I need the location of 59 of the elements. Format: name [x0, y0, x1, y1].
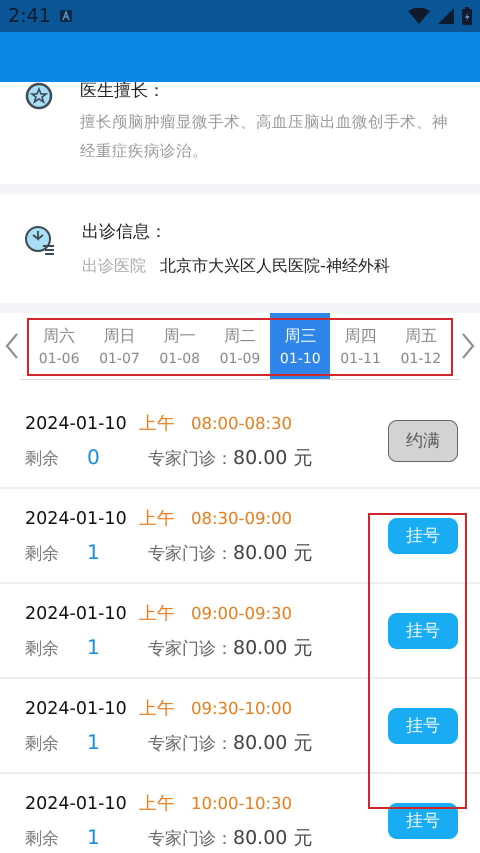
- fee-amount: 80.00 元: [233, 636, 312, 660]
- remaining-count: 1: [87, 730, 101, 754]
- fee-label: 专家门诊：: [148, 448, 233, 470]
- slot-period: 上午: [139, 792, 176, 814]
- slot-time: 09:00-09:30: [191, 604, 292, 622]
- status-time: 2:41: [8, 5, 51, 27]
- date-tab[interactable]: 周五 01-12: [390, 313, 451, 379]
- slot-period: 上午: [139, 412, 176, 434]
- full-button[interactable]: 约满: [388, 420, 458, 462]
- fee-label: 专家门诊：: [148, 542, 233, 564]
- slot-time: 08:30-09:00: [191, 508, 292, 528]
- register-button[interactable]: 挂号: [388, 802, 458, 838]
- slot-date: 2024-01-10: [25, 794, 128, 814]
- hospital-name: 北京市大兴区人民医院-神经外科: [160, 256, 390, 277]
- remaining-label: 剩余: [25, 732, 60, 754]
- fee-label: 专家门诊：: [148, 732, 233, 754]
- slot-time: 09:30-10:00: [191, 698, 292, 718]
- date-tab[interactable]: 周二 01-09: [210, 313, 270, 379]
- slot-time: 08:00-08:30: [191, 414, 292, 432]
- date-tab[interactable]: 周日 01-07: [89, 313, 150, 379]
- fee-amount: 80.00 元: [233, 730, 312, 756]
- register-button[interactable]: 挂号: [388, 518, 458, 554]
- date-tab[interactable]: 周三 01-10: [270, 313, 330, 379]
- fee-amount: 80.00 元: [233, 540, 312, 566]
- chevron-left-icon[interactable]: [5, 333, 19, 359]
- remaining-label: 剩余: [25, 828, 60, 850]
- remaining-count: 1: [87, 824, 101, 848]
- remaining-count: 1: [87, 634, 101, 658]
- battery-icon: [462, 7, 472, 25]
- register-button[interactable]: 挂号: [388, 612, 458, 648]
- wifi-icon: [408, 8, 430, 24]
- hospital-label: 出诊医院: [82, 256, 146, 277]
- slot-date: 2024-01-10: [25, 508, 128, 528]
- fee-label: 专家门诊：: [148, 638, 233, 660]
- fee-amount: 80.00 元: [233, 446, 312, 470]
- signal-icon: [438, 8, 454, 24]
- slot-date: 2024-01-10: [25, 604, 128, 624]
- date-tab[interactable]: 周四 01-11: [330, 313, 391, 379]
- slot-period: 上午: [139, 508, 176, 530]
- notification-icon: [58, 9, 73, 23]
- section-title: 出诊信息：: [82, 221, 168, 243]
- specialty-text: 擅长颅脑肿瘤显微手术、高血压脑出血微创手术、神经重症疾病诊治。: [80, 112, 449, 162]
- date-tab[interactable]: 周一 01-08: [150, 313, 210, 379]
- slot-date: 2024-01-10: [25, 698, 128, 718]
- date-tab[interactable]: 周六 01-06: [29, 313, 90, 379]
- remaining-count: 1: [87, 540, 101, 564]
- fee-label: 专家门诊：: [148, 828, 233, 850]
- slot-period: 上午: [139, 602, 176, 624]
- slot-period: 上午: [139, 698, 176, 720]
- slot-date: 2024-01-10: [25, 414, 128, 434]
- remaining-label: 剩余: [25, 542, 60, 564]
- clock-icon: [24, 225, 56, 257]
- remaining-count: 0: [87, 444, 101, 468]
- slot-time: 10:00-10:30: [191, 794, 292, 812]
- remaining-label: 剩余: [25, 448, 60, 470]
- register-button[interactable]: 挂号: [388, 708, 458, 744]
- fee-amount: 80.00 元: [233, 826, 312, 850]
- remaining-label: 剩余: [25, 638, 60, 660]
- chevron-right-icon[interactable]: [461, 333, 475, 359]
